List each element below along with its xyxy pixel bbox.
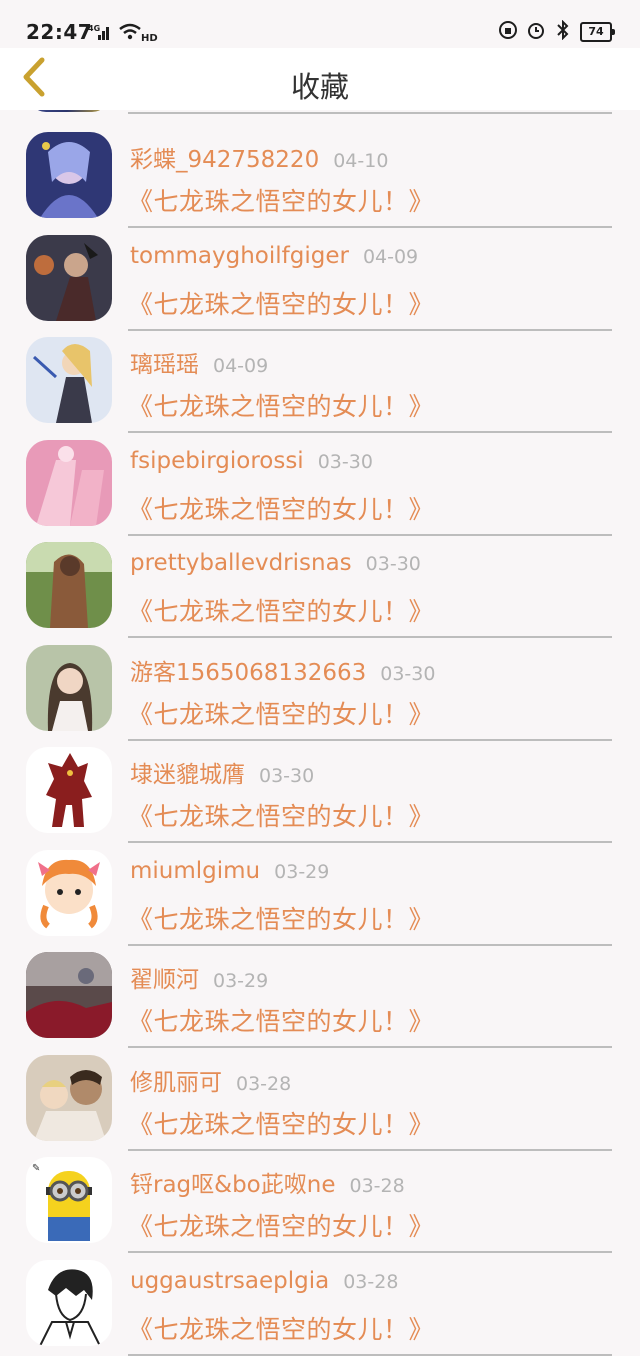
- item-meta: prettyballevdrisnas 03-30: [130, 550, 421, 576]
- rotation-lock-icon: [498, 20, 518, 44]
- alarm-icon: [526, 20, 546, 44]
- item-meta: 修肌丽可 03-28: [130, 1063, 291, 1097]
- list-item[interactable]: fsipebirgiorossi 03-30 《七龙珠之悟空的女儿！》: [0, 418, 640, 536]
- list-item[interactable]: uggaustrsaeplgia 03-28 《七龙珠之悟空的女儿！》: [0, 1238, 640, 1356]
- item-date: 03-30: [380, 662, 436, 685]
- avatar: [26, 542, 112, 628]
- list-item[interactable]: 修肌丽可 03-28 《七龙珠之悟空的女儿！》: [0, 1033, 640, 1151]
- item-meta: 璃瑶瑶 04-09: [130, 345, 268, 379]
- item-meta: miumlgimu 03-29: [130, 858, 329, 884]
- user-name: miumlgimu: [130, 857, 261, 884]
- list-item[interactable]: ✎ 锊rag呕&bo茈呶ne 03-28 《七龙珠之悟空的女儿！》: [0, 1135, 640, 1253]
- avatar: [26, 849, 112, 936]
- user-name: 修肌丽可: [130, 1069, 222, 1096]
- item-date: 03-29: [274, 860, 330, 883]
- status-icons-left: 4G HD: [88, 22, 158, 46]
- user-name: 埭迷貔城膺: [130, 762, 245, 788]
- bluetooth-icon: [554, 19, 572, 44]
- avatar: [26, 952, 112, 1038]
- item-date: 04-09: [362, 245, 419, 268]
- item-date: 04-10: [333, 150, 389, 172]
- list-item[interactable]: 埭迷貔城膺 03-30 《七龙珠之悟空的女儿！》: [0, 725, 640, 843]
- status-bar: 22:47 4G HD 74: [0, 0, 640, 48]
- avatar: ✎: [26, 1157, 112, 1243]
- item-date: 03-28: [236, 1072, 292, 1095]
- user-name: fsipebirgiorossi: [130, 447, 304, 474]
- user-name: 璃瑶瑶: [130, 352, 199, 378]
- user-name: 锊rag呕&bo茈呶ne: [130, 1172, 336, 1198]
- svg-text:4G: 4G: [88, 24, 100, 33]
- item-meta: 埭迷貔城膺 03-30: [130, 755, 314, 789]
- list-item[interactable]: tommayghoilfgiger 04-09 《七龙珠之悟空的女儿！》: [0, 213, 640, 331]
- avatar: [26, 337, 112, 423]
- clock: 22:47: [26, 20, 93, 44]
- list-item[interactable]: 璃瑶瑶 04-09 《七龙珠之悟空的女儿！》: [0, 315, 640, 433]
- list-item[interactable]: 彩蝶_942758220 04-10 《七龙珠之悟空的女儿！》: [0, 110, 640, 228]
- item-meta: 锊rag呕&bo茈呶ne 03-28: [130, 1165, 405, 1199]
- avatar: [26, 1054, 112, 1141]
- svg-text:✎: ✎: [32, 1163, 40, 1174]
- divider: [128, 1353, 612, 1356]
- work-title[interactable]: 《七龙珠之悟空的女儿！》: [128, 1310, 434, 1346]
- item-date: 03-30: [365, 553, 421, 575]
- user-name: prettyballevdrisnas: [130, 550, 352, 576]
- item-date: 03-30: [259, 765, 315, 787]
- battery-icon: 74: [580, 22, 615, 42]
- avatar: [26, 644, 112, 731]
- avatar: [26, 747, 112, 833]
- avatar: [26, 439, 112, 526]
- item-date: 04-09: [213, 355, 269, 377]
- wifi-icon: HD: [118, 22, 158, 46]
- user-name: 彩蝶_942758220: [130, 147, 320, 173]
- app-header: 收藏: [0, 48, 640, 110]
- user-name: uggaustrsaeplgia: [130, 1267, 330, 1294]
- signal-icon: 4G: [88, 23, 112, 45]
- item-date: 03-28: [349, 1175, 405, 1197]
- item-meta: 游客1565068132663 03-30: [130, 653, 435, 687]
- svg-text:HD: HD: [141, 33, 158, 42]
- avatar: [26, 1259, 112, 1346]
- item-meta: 翟顺河 03-29: [130, 960, 268, 994]
- item-date: 03-28: [343, 1270, 399, 1293]
- user-name: tommayghoilfgiger: [130, 242, 349, 269]
- avatar: [26, 234, 112, 321]
- list-item[interactable]: 游客1565068132663 03-30 《七龙珠之悟空的女儿！》: [0, 623, 640, 741]
- item-meta: 彩蝶_942758220 04-10: [130, 140, 388, 174]
- status-icons-right: 74: [498, 19, 615, 44]
- item-meta: uggaustrsaeplgia 03-28: [130, 1268, 398, 1294]
- list-item[interactable]: prettyballevdrisnas 03-30 《七龙珠之悟空的女儿！》: [0, 520, 640, 638]
- page-title: 收藏: [290, 70, 349, 104]
- user-name: 翟顺河: [130, 967, 199, 993]
- list-item[interactable]: miumlgimu 03-29 《七龙珠之悟空的女儿！》: [0, 828, 640, 946]
- item-meta: tommayghoilfgiger 04-09: [130, 243, 418, 269]
- item-date: 03-29: [213, 970, 269, 992]
- item-date: 03-30: [317, 450, 373, 473]
- list-item[interactable]: 翟顺河 03-29 《七龙珠之悟空的女儿！》: [0, 930, 640, 1048]
- avatar: [26, 132, 112, 218]
- item-meta: fsipebirgiorossi 03-30: [130, 448, 373, 474]
- user-name: 游客1565068132663: [130, 659, 367, 686]
